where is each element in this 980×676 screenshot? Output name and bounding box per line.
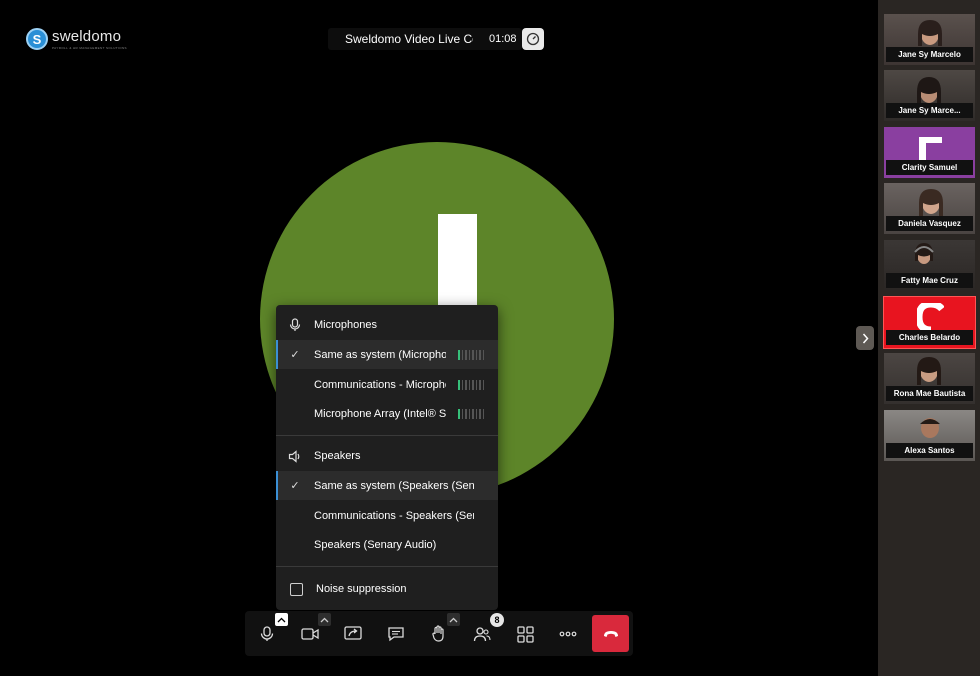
participant-avatar-initial	[917, 133, 944, 161]
tile-view-icon[interactable]	[511, 620, 539, 648]
microphone-option[interactable]: Microphone Array (Intel® Smart Sound Tec…	[276, 399, 498, 428]
participant-tile[interactable]: Jane Sy Marcelo	[884, 14, 975, 65]
participants-count-badge: 8	[490, 613, 504, 627]
audio-level-meter	[458, 349, 484, 360]
participant-tile[interactable]: Rona Mae Bautista	[884, 353, 975, 404]
participant-tile[interactable]: Alexa Santos	[884, 410, 975, 461]
raise-hand-icon[interactable]	[425, 620, 453, 648]
noise-suppression-label: Noise suppression	[316, 583, 407, 595]
speedometer-icon[interactable]	[522, 28, 544, 50]
menu-divider	[276, 435, 498, 436]
speaker-option-label: Speakers (Senary Audio)	[314, 538, 437, 551]
chat-icon[interactable]	[382, 620, 410, 648]
microphone-option-label: Microphone Array (Intel® Smart Sound Tec…	[314, 407, 446, 420]
main-stage: S sweldomo PAYROLL & HR MANAGEMENT SOLUT…	[0, 0, 878, 676]
participant-name: Daniela Vasquez	[886, 216, 973, 231]
check-icon: ✓	[290, 480, 300, 492]
speaker-option-label: Same as system (Speakers (Senary Audio))	[314, 479, 474, 492]
check-icon: ✓	[290, 349, 300, 361]
meeting-header: Sweldomo Video Live Con 01:08	[328, 28, 522, 50]
microphones-section-title: Microphones	[276, 311, 498, 339]
participant-name: Clarity Samuel	[886, 160, 973, 175]
microphone-option[interactable]: ✓ Same as system (Microphone Array (Inte…	[276, 340, 498, 369]
call-toolbar: 8	[245, 611, 633, 656]
noise-suppression-toggle[interactable]: Noise suppression	[276, 577, 498, 601]
brand-logo-mark: S	[26, 28, 48, 50]
participant-avatar-initial	[915, 300, 945, 334]
camera-icon[interactable]	[296, 620, 324, 648]
brand-tagline: PAYROLL & HR MANAGEMENT SOLUTIONS	[52, 45, 127, 50]
participant-name: Rona Mae Bautista	[886, 386, 973, 401]
participant-name: Jane Sy Marcelo	[886, 47, 973, 62]
speakers-section-title: Speakers	[276, 442, 498, 470]
speaker-option[interactable]: ✓ Same as system (Speakers (Senary Audio…	[276, 471, 498, 500]
participant-name: Fatty Mae Cruz	[886, 273, 973, 288]
brand-name: sweldomo	[52, 27, 122, 45]
meeting-title: Sweldomo Video Live Con	[345, 32, 473, 46]
chevron-right-icon[interactable]	[856, 326, 874, 350]
participant-name: Alexa Santos	[886, 443, 973, 458]
microphones-title: Microphones	[314, 319, 377, 331]
participant-tile[interactable]: Fatty Mae Cruz	[884, 240, 975, 291]
speaker-option[interactable]: Speakers (Senary Audio)	[276, 530, 498, 559]
speakers-title: Speakers	[314, 450, 361, 462]
participant-tile[interactable]: Jane Sy Marce...	[884, 70, 975, 121]
microphone-option-label: Same as system (Microphone Array (Intel®…	[314, 348, 446, 361]
speaker-option[interactable]: Communications - Speakers (Senary Audio)	[276, 501, 498, 530]
hangup-button[interactable]	[592, 615, 629, 652]
participant-filmstrip: Jane Sy Marcelo Jane Sy Marce... Clarity…	[878, 0, 980, 676]
microphone-option[interactable]: Communications - Microphone Array (Intel…	[276, 370, 498, 399]
audio-level-meter	[458, 379, 484, 390]
speaker-option-label: Communications - Speakers (Senary Audio)	[314, 509, 474, 522]
share-screen-icon[interactable]	[339, 620, 367, 648]
participant-name: Jane Sy Marce...	[886, 103, 973, 118]
more-icon[interactable]	[554, 620, 582, 648]
audio-level-meter	[458, 408, 484, 419]
brand-logo: S sweldomo PAYROLL & HR MANAGEMENT SOLUT…	[26, 28, 127, 50]
noise-suppression-checkbox[interactable]	[290, 582, 303, 596]
meeting-timer: 01:08	[489, 33, 517, 45]
microphone-option-label: Communications - Microphone Array (Intel…	[314, 378, 446, 391]
participant-name: Charles Belardo	[886, 330, 973, 345]
participant-tile[interactable]: Daniela Vasquez	[884, 183, 975, 234]
microphone-icon	[276, 318, 314, 332]
menu-divider	[276, 566, 498, 567]
microphone-icon[interactable]	[253, 620, 281, 648]
hangup-icon	[603, 625, 619, 643]
participant-tile[interactable]: Clarity Samuel	[884, 127, 975, 178]
audio-device-menu: Microphones ✓ Same as system (Microphone…	[276, 305, 498, 610]
speaker-icon	[276, 449, 314, 463]
participant-tile[interactable]: Charles Belardo	[883, 296, 976, 349]
